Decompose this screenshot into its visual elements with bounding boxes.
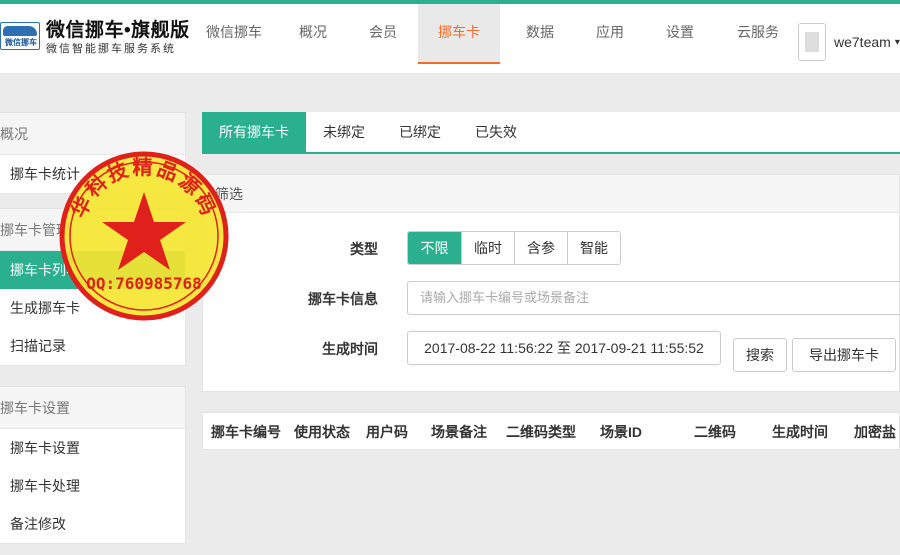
column-user-code[interactable]: 用户码 — [366, 413, 408, 451]
main-content: 所有挪车卡 未绑定 已绑定 已失效 筛选 类型 不限 临时 含参 智能 挪车卡信… — [202, 112, 900, 392]
nav-item-move-card[interactable]: 挪车卡 — [418, 4, 500, 64]
logo-text: 微信挪车 — [5, 38, 37, 47]
type-option-any[interactable]: 不限 — [408, 232, 461, 264]
tab-unbound[interactable]: 未绑定 — [306, 112, 382, 152]
column-scene-id[interactable]: 场景ID — [600, 413, 642, 451]
type-option-with-params[interactable]: 含参 — [514, 232, 567, 264]
tab-bound[interactable]: 已绑定 — [382, 112, 458, 152]
sidebar-item-card-settings[interactable]: 挪车卡设置 — [0, 429, 185, 467]
username[interactable]: we7team — [834, 34, 891, 50]
top-nav: 微信挪车 概况 会员 挪车卡 数据 应用 设置 云服务 — [190, 4, 796, 64]
chevron-down-icon[interactable]: ▾ — [895, 37, 900, 48]
nav-item-apps[interactable]: 应用 — [580, 4, 640, 64]
logo-car-icon: 微信挪车 — [0, 22, 40, 50]
nav-item-cloud-service[interactable]: 云服务 — [720, 4, 796, 64]
filter-panel: 筛选 类型 不限 临时 含参 智能 挪车卡信息 请输入挪车卡编号或场景备注 生成… — [202, 174, 900, 392]
column-created-time[interactable]: 生成时间 — [772, 413, 828, 451]
sidebar-section-title: 挪车卡设置 — [0, 387, 185, 429]
watermark-stamp: 华科技精品源码 QQ:760985768 — [59, 151, 229, 321]
sidebar-item-note-edit[interactable]: 备注修改 — [0, 505, 185, 543]
sidebar-section-card-settings: 挪车卡设置 挪车卡设置 挪车卡处理 备注修改 — [0, 386, 186, 544]
column-scene-note[interactable]: 场景备注 — [431, 413, 487, 451]
column-salt[interactable]: 加密盐 — [854, 413, 896, 451]
type-option-temporary[interactable]: 临时 — [461, 232, 514, 264]
stamp-qq-text: QQ:760985768 — [86, 274, 202, 293]
tab-expired[interactable]: 已失效 — [458, 112, 534, 152]
nav-item-data[interactable]: 数据 — [500, 4, 580, 64]
sidebar-section-title: 概况 — [0, 113, 185, 155]
type-option-smart[interactable]: 智能 — [567, 232, 620, 264]
user-menu[interactable]: we7team ▾ — [798, 23, 900, 61]
created-time-label: 生成时间 — [322, 341, 378, 357]
logo[interactable]: 微信挪车 微信挪车•旗舰版 微信智能挪车服务系统 — [0, 12, 190, 62]
column-qrcode-type[interactable]: 二维码类型 — [506, 413, 576, 451]
nav-item-members[interactable]: 会员 — [348, 4, 418, 64]
column-card-number[interactable]: 挪车卡编号 — [211, 413, 281, 451]
nav-item-wechat-move-car[interactable]: 微信挪车 — [190, 4, 278, 64]
cards-table-header: 挪车卡编号 使用状态 用户码 场景备注 二维码类型 场景ID 二维码 生成时间 … — [202, 412, 900, 450]
search-button[interactable]: 搜索 — [733, 338, 787, 372]
avatar[interactable] — [798, 23, 826, 61]
card-info-input[interactable]: 请输入挪车卡编号或场景备注 — [407, 281, 900, 315]
created-time-range-input[interactable]: 2017-08-22 11:56:22 至 2017-09-21 11:55:5… — [407, 331, 721, 365]
header: 微信挪车 微信挪车•旗舰版 微信智能挪车服务系统 微信挪车 概况 会员 挪车卡 … — [0, 4, 900, 74]
sidebar-item-card-processing[interactable]: 挪车卡处理 — [0, 467, 185, 505]
column-qrcode[interactable]: 二维码 — [694, 413, 736, 451]
export-cards-button[interactable]: 导出挪车卡 — [792, 338, 896, 372]
nav-item-settings[interactable]: 设置 — [640, 4, 720, 64]
filter-heading: 筛选 — [203, 175, 899, 213]
app-subtitle: 微信智能挪车服务系统 — [46, 43, 176, 55]
card-status-tabs: 所有挪车卡 未绑定 已绑定 已失效 — [202, 112, 900, 154]
column-usage-status[interactable]: 使用状态 — [294, 413, 350, 451]
nav-item-overview[interactable]: 概况 — [278, 4, 348, 64]
sidebar-item-scan-records[interactable]: 扫描记录 — [0, 327, 185, 365]
tab-all-cards[interactable]: 所有挪车卡 — [202, 112, 306, 152]
type-selector: 不限 临时 含参 智能 — [407, 231, 621, 265]
app-title: 微信挪车•旗舰版 — [46, 20, 190, 41]
